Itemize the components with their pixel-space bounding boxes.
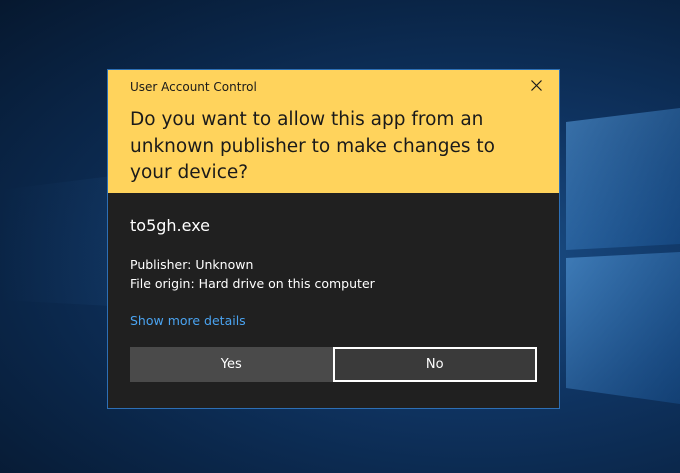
file-origin-text: File origin: Hard drive on this computer: [130, 276, 375, 291]
dialog-question: Do you want to allow this app from an un…: [130, 109, 495, 183]
app-name: to5gh.exe: [130, 216, 211, 235]
uac-body: to5gh.exe Publisher: Unknown File origin…: [108, 193, 559, 382]
app-meta: Publisher: Unknown File origin: Hard dri…: [130, 255, 537, 293]
show-more-details-link[interactable]: Show more details: [130, 311, 246, 330]
yes-button[interactable]: Yes: [130, 347, 333, 382]
dialog-title: User Account Control: [130, 80, 257, 94]
uac-header: User Account Control Do you want to allo…: [108, 70, 559, 193]
close-button[interactable]: [513, 70, 559, 100]
uac-dialog: User Account Control Do you want to allo…: [107, 69, 560, 409]
close-icon: [530, 79, 542, 91]
desktop-background: User Account Control Do you want to allo…: [0, 0, 680, 473]
publisher-text: Publisher: Unknown: [130, 257, 254, 272]
no-button[interactable]: No: [332, 347, 537, 382]
button-row: Yes No: [130, 347, 537, 382]
